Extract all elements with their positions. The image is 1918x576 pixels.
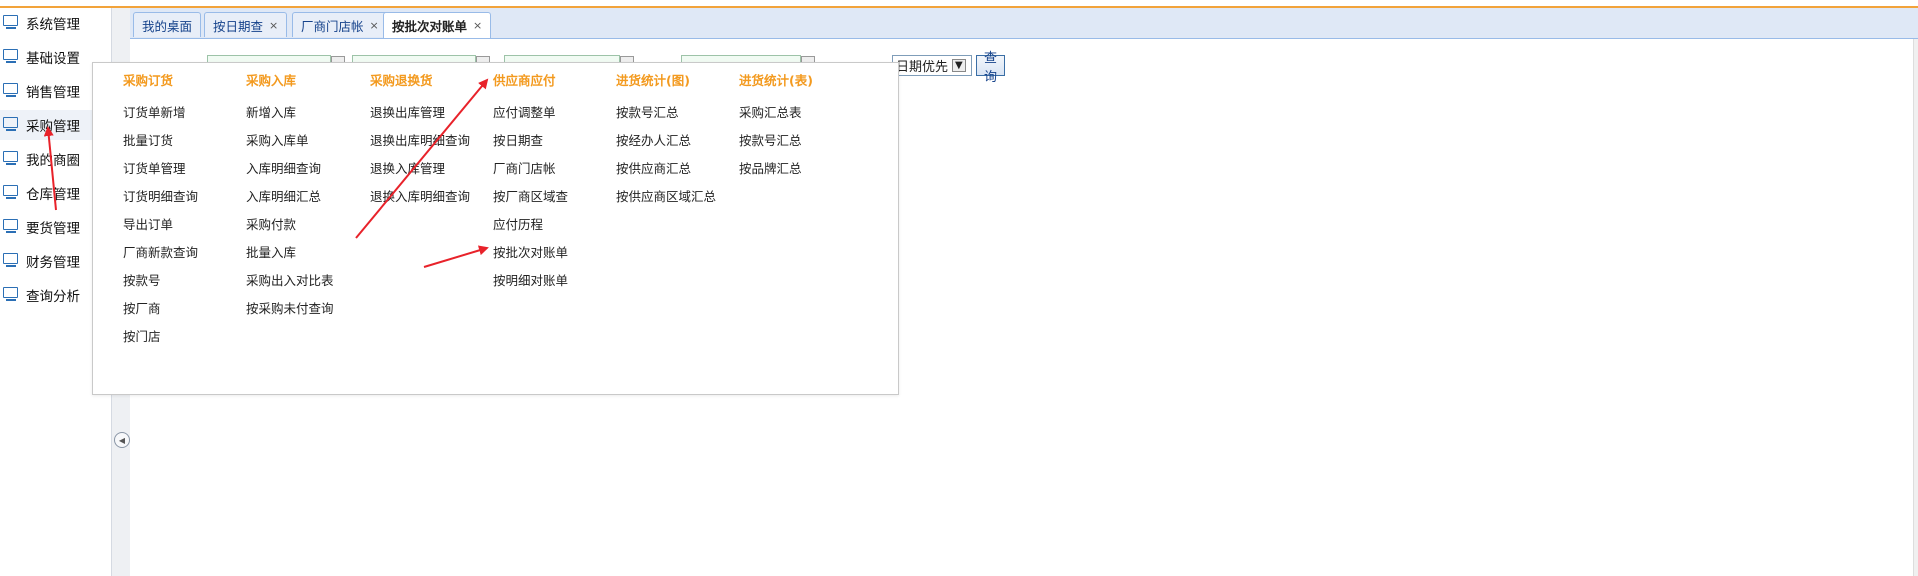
menu-column-purchase-stats-chart: 进货统计(图) 按款号汇总 按经办人汇总 按供应商汇总 按供应商区域汇总 bbox=[616, 71, 740, 211]
menu-item[interactable]: 订货明细查询 bbox=[123, 183, 247, 211]
menu-column-purchase-order: 采购订货 订货单新增 批量订货 订货单管理 订货明细查询 导出订单 厂商新款查询… bbox=[123, 71, 247, 351]
sidebar-item-label: 财务管理 bbox=[26, 255, 80, 271]
menu-item[interactable]: 退换入库管理 bbox=[370, 155, 494, 183]
close-icon[interactable]: × bbox=[370, 19, 379, 32]
menu-item[interactable]: 按款号汇总 bbox=[616, 99, 740, 127]
menu-item[interactable]: 按经办人汇总 bbox=[616, 127, 740, 155]
menu-item[interactable]: 按厂商区域查 bbox=[493, 183, 617, 211]
monitor-icon bbox=[3, 15, 18, 29]
sidebar-item-label: 要货管理 bbox=[26, 221, 80, 237]
menu-item[interactable]: 批量订货 bbox=[123, 127, 247, 155]
top-accent-line bbox=[0, 0, 1918, 8]
tab-by-date[interactable]: 按日期查 × bbox=[204, 12, 288, 37]
monitor-icon bbox=[3, 185, 18, 199]
menu-column-purchase-stats-table: 进货统计(表) 采购汇总表 按款号汇总 按品牌汇总 bbox=[739, 71, 863, 183]
menu-item[interactable]: 订货单管理 bbox=[123, 155, 247, 183]
monitor-icon bbox=[3, 219, 18, 233]
menu-heading: 进货统计(图) bbox=[616, 73, 690, 88]
monitor-icon bbox=[3, 151, 18, 165]
right-scroll-edge[interactable] bbox=[1913, 39, 1918, 576]
menu-item[interactable]: 按明细对账单 bbox=[493, 267, 617, 295]
menu-item[interactable]: 按供应商汇总 bbox=[616, 155, 740, 183]
sort-order-select[interactable]: 日期优先 ▼ bbox=[892, 55, 972, 76]
menu-heading: 采购订货 bbox=[123, 73, 174, 88]
collapse-sidebar-icon[interactable]: ◀ bbox=[114, 432, 130, 448]
query-button[interactable]: 查 询 bbox=[976, 51, 1006, 85]
menu-item[interactable]: 应付历程 bbox=[493, 211, 617, 239]
sidebar-item-label: 采购管理 bbox=[26, 119, 80, 135]
tab-vendor-store-account[interactable]: 厂商门店帐 × bbox=[292, 12, 388, 37]
tab-label: 厂商门店帐 bbox=[301, 18, 364, 34]
sidebar-item-label: 系统管理 bbox=[26, 17, 80, 33]
menu-item[interactable]: 新增入库 bbox=[246, 99, 370, 127]
menu-item[interactable]: 入库明细查询 bbox=[246, 155, 370, 183]
tab-bar: 我的桌面 按日期查 × 厂商门店帐 × 按批次对账单 × bbox=[130, 8, 1918, 39]
menu-column-purchase-inbound: 采购入库 新增入库 采购入库单 入库明细查询 入库明细汇总 采购付款 批量入库 … bbox=[246, 71, 370, 323]
menu-item[interactable]: 按款号汇总 bbox=[739, 127, 863, 155]
close-icon[interactable]: × bbox=[473, 19, 482, 32]
menu-item[interactable]: 应付调整单 bbox=[493, 99, 617, 127]
tab-label: 按日期查 bbox=[213, 18, 264, 34]
tab-my-desktop[interactable]: 我的桌面 bbox=[133, 12, 202, 37]
menu-item[interactable]: 按品牌汇总 bbox=[739, 155, 863, 183]
menu-item[interactable]: 按厂商 bbox=[123, 295, 247, 323]
monitor-icon bbox=[3, 287, 18, 301]
sidebar-item-label: 销售管理 bbox=[26, 85, 80, 101]
tab-label: 我的桌面 bbox=[142, 18, 193, 34]
menu-item[interactable]: 采购出入对比表 bbox=[246, 267, 370, 295]
menu-item-batch-statement[interactable]: 按批次对账单 bbox=[493, 239, 617, 267]
monitor-icon bbox=[3, 253, 18, 267]
menu-column-purchase-return: 采购退换货 退换出库管理 退换出库明细查询 退换入库管理 退换入库明细查询 bbox=[370, 71, 494, 211]
monitor-icon bbox=[3, 49, 18, 63]
menu-item[interactable]: 退换出库明细查询 bbox=[370, 127, 494, 155]
menu-item[interactable]: 按款号 bbox=[123, 267, 247, 295]
menu-item[interactable]: 采购付款 bbox=[246, 211, 370, 239]
menu-item[interactable]: 导出订单 bbox=[123, 211, 247, 239]
menu-item[interactable]: 订货单新增 bbox=[123, 99, 247, 127]
sort-order-value: 日期优先 bbox=[896, 60, 949, 75]
monitor-icon bbox=[3, 117, 18, 131]
sidebar-item-label: 查询分析 bbox=[26, 289, 80, 305]
tab-label: 按批次对账单 bbox=[392, 19, 468, 34]
menu-item[interactable]: 厂商门店帐 bbox=[493, 155, 617, 183]
monitor-icon bbox=[3, 83, 18, 97]
menu-heading: 供应商应付 bbox=[493, 73, 556, 88]
sidebar-item-label: 仓库管理 bbox=[26, 187, 80, 203]
menu-item[interactable]: 按日期查 bbox=[493, 127, 617, 155]
menu-item[interactable]: 退换入库明细查询 bbox=[370, 183, 494, 211]
menu-heading: 采购入库 bbox=[246, 73, 297, 88]
menu-item[interactable]: 采购汇总表 bbox=[739, 99, 863, 127]
sidebar-item-label: 我的商圈 bbox=[26, 153, 80, 169]
menu-item[interactable]: 厂商新款查询 bbox=[123, 239, 247, 267]
menu-item[interactable]: 按采购未付查询 bbox=[246, 295, 370, 323]
tab-batch-statement[interactable]: 按批次对账单 × bbox=[383, 12, 492, 38]
menu-column-supplier-payable: 供应商应付 应付调整单 按日期查 厂商门店帐 按厂商区域查 应付历程 按批次对账… bbox=[493, 71, 617, 295]
menu-item[interactable]: 入库明细汇总 bbox=[246, 183, 370, 211]
menu-heading: 采购退换货 bbox=[370, 73, 433, 88]
menu-item[interactable]: 按供应商区域汇总 bbox=[616, 183, 740, 211]
sidebar-item-label: 基础设置 bbox=[26, 51, 80, 67]
menu-item[interactable]: 批量入库 bbox=[246, 239, 370, 267]
menu-item[interactable]: 退换出库管理 bbox=[370, 99, 494, 127]
chevron-down-icon: ▼ bbox=[952, 59, 966, 72]
menu-heading: 进货统计(表) bbox=[739, 73, 813, 88]
purchase-mega-menu: 采购订货 订货单新增 批量订货 订货单管理 订货明细查询 导出订单 厂商新款查询… bbox=[92, 62, 899, 395]
sidebar-item-system[interactable]: 系统管理 bbox=[0, 8, 111, 38]
menu-item[interactable]: 按门店 bbox=[123, 323, 247, 351]
close-icon[interactable]: × bbox=[269, 19, 278, 32]
menu-item[interactable]: 采购入库单 bbox=[246, 127, 370, 155]
